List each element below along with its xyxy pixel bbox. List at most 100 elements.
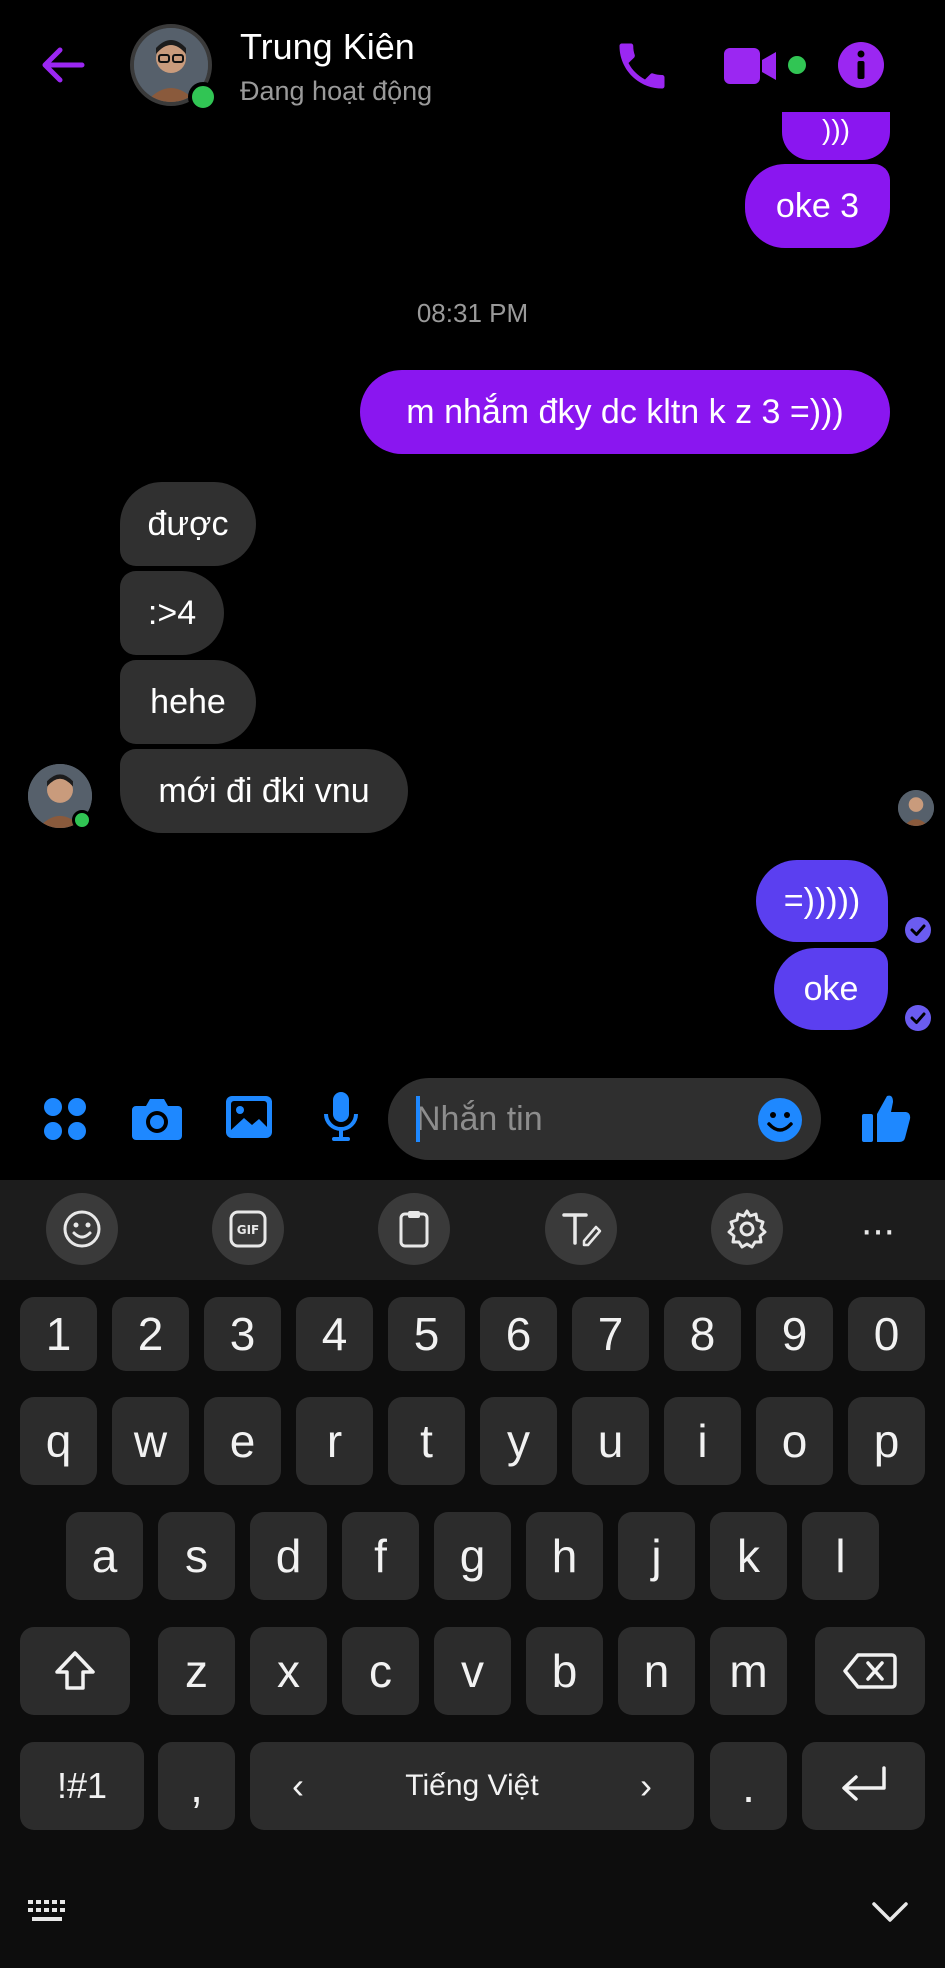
gear-icon [727, 1209, 767, 1249]
gif-icon: GIF [229, 1210, 267, 1248]
key-a[interactable]: a [66, 1512, 143, 1600]
camera-icon[interactable] [130, 1094, 184, 1142]
smiley-icon [63, 1210, 101, 1248]
key-n[interactable]: n [618, 1627, 695, 1715]
message-bubble-sent[interactable]: ))) [782, 112, 890, 160]
message-text: mới đi đki vnu [158, 772, 370, 810]
message-text: hehe [150, 683, 226, 721]
backspace-key[interactable] [815, 1627, 925, 1715]
key-8[interactable]: 8 [664, 1297, 741, 1371]
keyboard-emoji-button[interactable] [46, 1193, 118, 1265]
key-f[interactable]: f [342, 1512, 419, 1600]
spacebar-language-label: Tiếng Việt [405, 1769, 539, 1802]
keyboard-switch-icon[interactable] [26, 1898, 70, 1926]
contact-status: Đang hoạt động [240, 76, 433, 106]
comma-key[interactable]: , [158, 1742, 235, 1830]
microphone-icon[interactable] [322, 1090, 360, 1144]
key-o[interactable]: o [756, 1397, 833, 1485]
delivered-check-icon [905, 917, 931, 943]
message-bubble-sent[interactable]: m nhắm đky dc kltn k z 3 =))) [360, 370, 890, 454]
message-bubble-sent[interactable]: oke 3 [745, 164, 890, 248]
video-call-icon[interactable] [722, 44, 780, 88]
back-arrow-icon[interactable] [38, 40, 88, 90]
clipboard-icon [399, 1211, 429, 1248]
key-m[interactable]: m [710, 1627, 787, 1715]
language-prev-icon: ‹ [292, 1765, 304, 1806]
key-u[interactable]: u [572, 1397, 649, 1485]
key-s[interactable]: s [158, 1512, 235, 1600]
key-z[interactable]: z [158, 1627, 235, 1715]
keyboard-text-style-button[interactable] [545, 1193, 617, 1265]
key-i[interactable]: i [664, 1397, 741, 1485]
message-input-placeholder: Nhắn tin [416, 1100, 543, 1138]
message-text: oke 3 [775, 187, 860, 225]
key-1[interactable]: 1 [20, 1297, 97, 1371]
key-p[interactable]: p [848, 1397, 925, 1485]
key-y[interactable]: y [480, 1397, 557, 1485]
message-text: oke [803, 970, 859, 1008]
hide-keyboard-icon[interactable] [870, 1900, 910, 1926]
period-key[interactable]: . [710, 1742, 787, 1830]
emoji-icon[interactable] [756, 1096, 804, 1144]
symbols-key[interactable]: !#1 [20, 1742, 144, 1830]
like-icon[interactable] [858, 1090, 914, 1146]
shift-arrow-icon [55, 1651, 95, 1690]
keyboard-more-button[interactable]: ··· [860, 1208, 896, 1253]
key-5[interactable]: 5 [388, 1297, 465, 1371]
key-3[interactable]: 3 [204, 1297, 281, 1371]
message-bubble-received[interactable]: :>4 [120, 571, 224, 655]
language-next-icon: › [640, 1765, 652, 1806]
enter-key[interactable] [802, 1742, 925, 1830]
key-v[interactable]: v [434, 1627, 511, 1715]
message-bubble-received[interactable]: hehe [120, 660, 256, 744]
online-status-dot [72, 810, 92, 830]
contact-name[interactable]: Trung Kiên [240, 26, 415, 68]
svg-text:GIF: GIF [237, 1223, 260, 1237]
message-timestamp: 08:31 PM [416, 298, 529, 328]
shift-key[interactable] [20, 1627, 130, 1715]
key-r[interactable]: r [296, 1397, 373, 1485]
key-e[interactable]: e [204, 1397, 281, 1485]
keyboard-clipboard-button[interactable] [378, 1193, 450, 1265]
phone-call-icon[interactable] [612, 36, 672, 96]
keyboard-settings-button[interactable] [711, 1193, 783, 1265]
key-9[interactable]: 9 [756, 1297, 833, 1371]
key-0[interactable]: 0 [848, 1297, 925, 1371]
key-6[interactable]: 6 [480, 1297, 557, 1371]
key-w[interactable]: w [112, 1397, 189, 1485]
backspace-icon [843, 1653, 897, 1689]
key-t[interactable]: t [388, 1397, 465, 1485]
key-d[interactable]: d [250, 1512, 327, 1600]
key-g[interactable]: g [434, 1512, 511, 1600]
message-text: =))))) [783, 882, 861, 920]
more-apps-icon[interactable] [42, 1096, 88, 1142]
keyboard-gif-button[interactable]: GIF [212, 1193, 284, 1265]
gallery-icon[interactable] [224, 1094, 274, 1140]
key-2[interactable]: 2 [112, 1297, 189, 1371]
key-l[interactable]: l [802, 1512, 879, 1600]
message-text: ))) [822, 114, 850, 145]
message-bubble-sent[interactable]: oke [774, 948, 888, 1030]
key-j[interactable]: j [618, 1512, 695, 1600]
key-x[interactable]: x [250, 1627, 327, 1715]
key-4[interactable]: 4 [296, 1297, 373, 1371]
key-7[interactable]: 7 [572, 1297, 649, 1371]
info-icon[interactable] [836, 40, 886, 90]
key-b[interactable]: b [526, 1627, 603, 1715]
key-h[interactable]: h [526, 1512, 603, 1600]
message-text: được [147, 505, 229, 543]
message-bubble-sent[interactable]: =))))) [756, 860, 888, 942]
key-q[interactable]: q [20, 1397, 97, 1485]
text-cursor [416, 1096, 420, 1142]
message-bubble-received[interactable]: mới đi đki vnu [120, 749, 408, 833]
text-edit-icon [562, 1213, 602, 1247]
seen-avatar [898, 790, 934, 826]
message-text: m nhắm đky dc kltn k z 3 =))) [406, 393, 844, 431]
message-bubble-received[interactable]: được [120, 482, 256, 566]
online-status-dot [188, 82, 218, 112]
key-c[interactable]: c [342, 1627, 419, 1715]
key-k[interactable]: k [710, 1512, 787, 1600]
delivered-check-icon [905, 1005, 931, 1031]
enter-icon [841, 1766, 886, 1801]
spacebar-key[interactable]: ‹ Tiếng Việt › [250, 1742, 694, 1830]
